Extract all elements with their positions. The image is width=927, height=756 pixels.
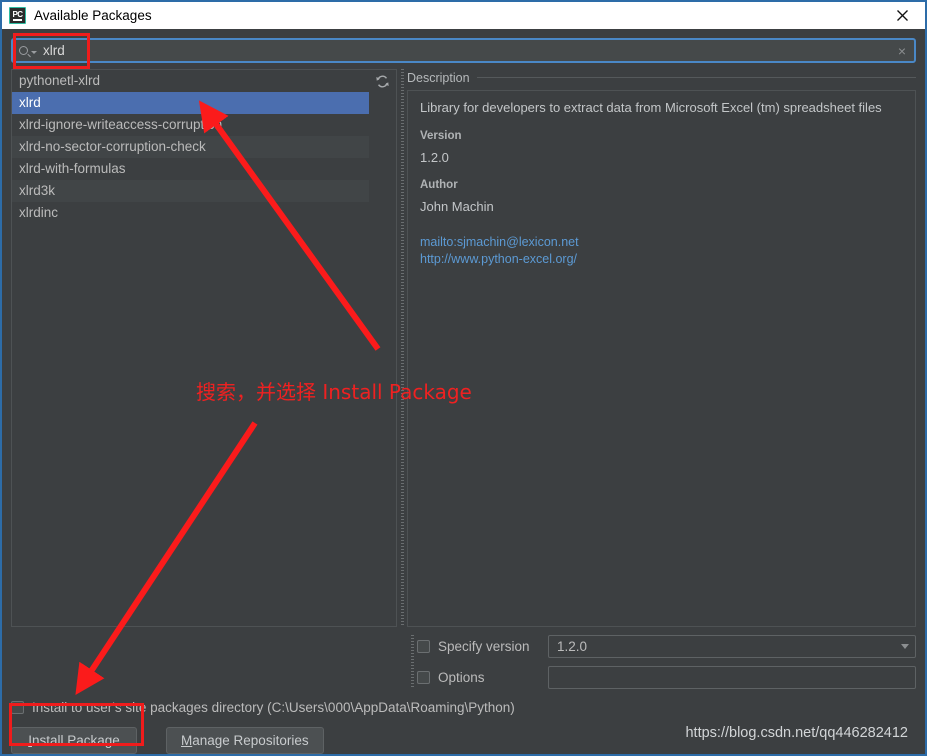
title-bar: PC Available Packages [2,2,925,29]
install-button-label: nstall Package [31,733,120,748]
list-item[interactable]: xlrd3k [12,180,369,202]
search-row: xlrd × [11,38,916,63]
description-group-rule [476,77,916,78]
version-select[interactable]: 1.2.0 [548,635,916,658]
package-list-pane: pythonetl-xlrd xlrd xlrd-ignore-writeacces… [11,69,397,627]
package-list[interactable]: pythonetl-xlrd xlrd xlrd-ignore-writeacces… [11,69,369,627]
manage-button-mnemonic: M [181,733,193,748]
install-to-user-checkbox[interactable] [11,700,24,714]
version-label: Version [420,129,462,142]
options-splitter [407,635,417,689]
description-group-header: Description [407,69,916,86]
chevron-down-icon[interactable] [901,644,909,649]
homepage-link[interactable]: http://www.python-excel.org/ [420,251,903,268]
list-item[interactable]: xlrd [12,92,369,114]
watermark: https://blog.csdn.net/qq446282412 [685,725,908,741]
list-item[interactable]: xlrd-with-formulas [12,158,369,180]
pane-splitter[interactable] [397,69,407,627]
author-label: Author [420,178,458,191]
install-package-button[interactable]: Install Package [11,727,137,754]
options-row: Options [417,666,916,689]
specify-version-row: Specify version 1.2.0 [417,635,916,658]
clear-search-icon[interactable]: × [898,44,906,58]
list-item[interactable]: xlrd-no-sector-corruption-check [12,136,369,158]
search-icon[interactable] [19,46,37,55]
manage-button-label: anage Repositories [192,733,309,748]
version-value: 1.2.0 [420,149,449,165]
description-content: Library for developers to extract data f… [407,90,916,627]
description-summary: Library for developers to extract data f… [420,100,882,115]
description-group-title: Description [407,70,470,85]
close-icon[interactable] [879,2,925,29]
options-checkbox[interactable] [417,671,430,684]
search-input[interactable]: xlrd × [11,38,916,63]
splitter-handle-icon[interactable] [400,69,404,627]
install-user-row: Install to user's site packages director… [11,698,916,716]
splitter-handle-lower-icon[interactable] [410,635,414,689]
chevron-down-icon[interactable] [31,50,37,54]
options-spacer [11,635,407,689]
refresh-icon[interactable] [375,74,390,89]
pycharm-icon-label: PC [12,10,23,19]
description-links: mailto:sjmachin@lexicon.net http://www.p… [420,234,903,268]
available-packages-dialog: PC Available Packages xlrd × pythonetl-x… [0,0,927,756]
email-link[interactable]: mailto:sjmachin@lexicon.net [420,234,903,251]
main-content: pythonetl-xlrd xlrd xlrd-ignore-writeacces… [11,69,916,627]
install-to-user-label: Install to user's site packages director… [32,699,515,715]
author-value: John Machin [420,198,494,214]
list-item[interactable]: pythonetl-xlrd [12,70,369,92]
search-input-value: xlrd [43,43,65,58]
pycharm-icon: PC [9,7,26,24]
manage-repositories-button[interactable]: Manage Repositories [166,727,324,754]
options-area: Specify version 1.2.0 Options [11,635,916,689]
description-pane: Description Library for developers to ex… [407,69,916,627]
options-label: Options [438,670,485,685]
window-title: Available Packages [34,8,152,23]
dialog-body: xlrd × pythonetl-xlrd xlrd xlrd-ignore-wri… [2,29,925,754]
options-input[interactable] [548,666,916,689]
version-select-value: 1.2.0 [557,639,588,654]
package-list-toolbar [369,69,397,627]
specify-version-label: Specify version [438,639,530,654]
specify-version-checkbox[interactable] [417,640,430,653]
options-fields: Specify version 1.2.0 Options [417,635,916,689]
list-item[interactable]: xlrdinc [12,202,369,224]
list-item[interactable]: xlrd-ignore-writeaccess-corruption [12,114,369,136]
